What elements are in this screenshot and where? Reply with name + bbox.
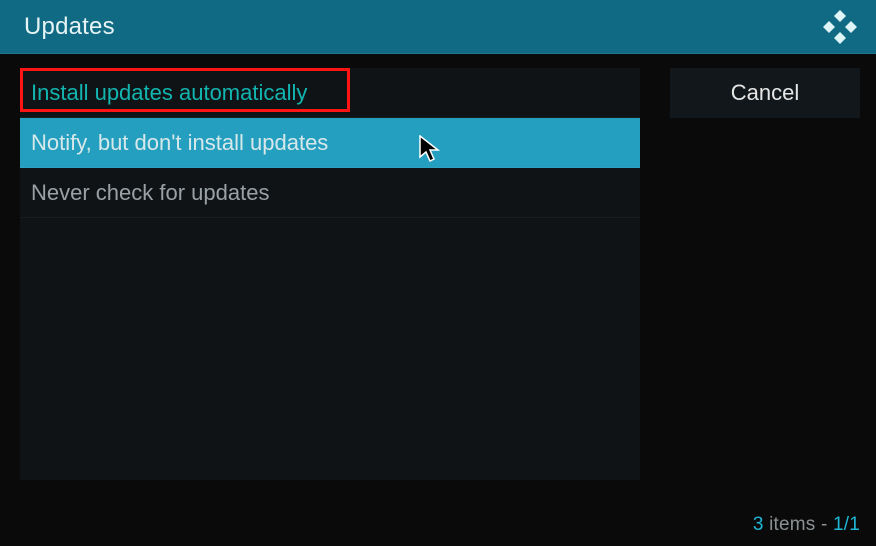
status-bar: 3 items - 1/1 xyxy=(753,514,860,536)
option-never-check[interactable]: Never check for updates xyxy=(20,168,640,218)
dialog-body: Install updates automatically Notify, bu… xyxy=(0,54,876,492)
option-notify-only[interactable]: Notify, but don't install updates xyxy=(20,118,640,168)
status-page: 1/1 xyxy=(833,514,860,535)
updates-dialog: Updates Install updates automatically xyxy=(0,0,876,546)
dialog-title: Updates xyxy=(24,13,115,41)
option-install-automatically[interactable]: Install updates automatically xyxy=(20,68,640,118)
kodi-logo-icon xyxy=(822,9,858,45)
cancel-button-label: Cancel xyxy=(731,80,799,106)
option-label: Never check for updates xyxy=(31,180,269,206)
side-actions-pane: Cancel xyxy=(660,54,876,492)
options-pane: Install updates automatically Notify, bu… xyxy=(0,54,660,492)
status-items-word-text: items xyxy=(769,514,815,535)
option-label: Install updates automatically xyxy=(31,80,307,106)
options-panel: Install updates automatically Notify, bu… xyxy=(20,68,640,480)
option-label: Notify, but don't install updates xyxy=(31,130,328,156)
titlebar: Updates xyxy=(0,0,876,54)
status-count: 3 xyxy=(753,514,764,535)
cancel-button[interactable]: Cancel xyxy=(670,68,860,118)
status-separator: - xyxy=(821,514,833,535)
